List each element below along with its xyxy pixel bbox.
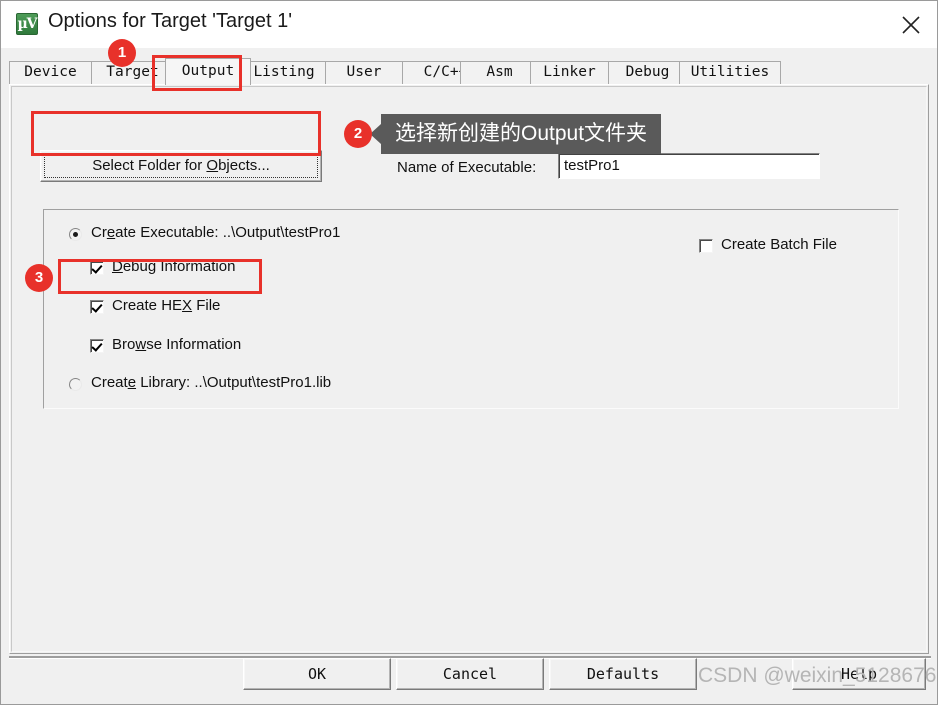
tab-linker[interactable]: Linker — [530, 61, 609, 84]
debug-information-label: Debug Information — [112, 258, 236, 275]
tab-strip: Device Target Output Listing User C/C++ … — [9, 58, 929, 85]
debug-information-checkbox-box — [90, 261, 104, 275]
output-options-group: Create Executable: ..\Output\testPro1 De… — [43, 209, 899, 409]
executable-name-label: Name of Executable: — [397, 159, 537, 176]
tab-listing[interactable]: Listing — [242, 61, 326, 84]
create-executable-label: Create Executable: ..\Output\testPro1 — [91, 224, 341, 241]
options-dialog: µV Options for Target 'Target 1' Device … — [0, 0, 938, 705]
annotation-badge-1: 1 — [108, 39, 136, 67]
window-title: Options for Target 'Target 1' — [48, 10, 293, 32]
defaults-button[interactable]: Defaults — [549, 658, 697, 690]
tab-device[interactable]: Device — [9, 61, 92, 84]
executable-name-input[interactable]: testPro1 — [558, 153, 820, 179]
annotation-badge-2: 2 — [344, 120, 372, 148]
csdn-watermark: CSDN @weixin_51286763 — [698, 664, 938, 687]
title-bar: µV Options for Target 'Target 1' — [1, 1, 937, 48]
create-library-radio-dot — [69, 378, 82, 391]
uvision-icon: µV — [16, 13, 38, 35]
tab-output[interactable]: Output — [165, 58, 251, 85]
browse-information-label: Browse Information — [112, 336, 242, 353]
tab-debug[interactable]: Debug — [608, 61, 687, 84]
uvision-icon-glyph: µV — [17, 16, 37, 32]
output-page-panel: Select Folder for Objects... Name of Exe… — [9, 84, 929, 654]
create-hex-file-checkbox-box — [90, 300, 104, 314]
tab-asm[interactable]: Asm — [460, 61, 539, 84]
tab-utilities[interactable]: Utilities — [679, 61, 781, 84]
create-hex-file-label: Create HEX File — [112, 297, 221, 314]
annotation-callout: 选择新创建的Output文件夹 — [369, 114, 662, 154]
close-button[interactable] — [883, 1, 937, 47]
cancel-button[interactable]: Cancel — [396, 658, 544, 690]
tab-user[interactable]: User — [325, 61, 403, 84]
create-executable-radio-dot — [69, 228, 82, 241]
tab-target[interactable]: Target — [91, 61, 174, 84]
ok-button[interactable]: OK — [243, 658, 391, 690]
annotation-badge-3: 3 — [25, 264, 53, 292]
select-folder-for-objects-button[interactable]: Select Folder for Objects... — [40, 150, 322, 182]
select-folder-button-label: Select Folder for Objects... — [92, 157, 270, 174]
close-icon — [902, 16, 920, 34]
browse-information-checkbox-box — [90, 339, 104, 353]
create-library-label: Create Library: ..\Output\testPro1.lib — [91, 374, 332, 391]
